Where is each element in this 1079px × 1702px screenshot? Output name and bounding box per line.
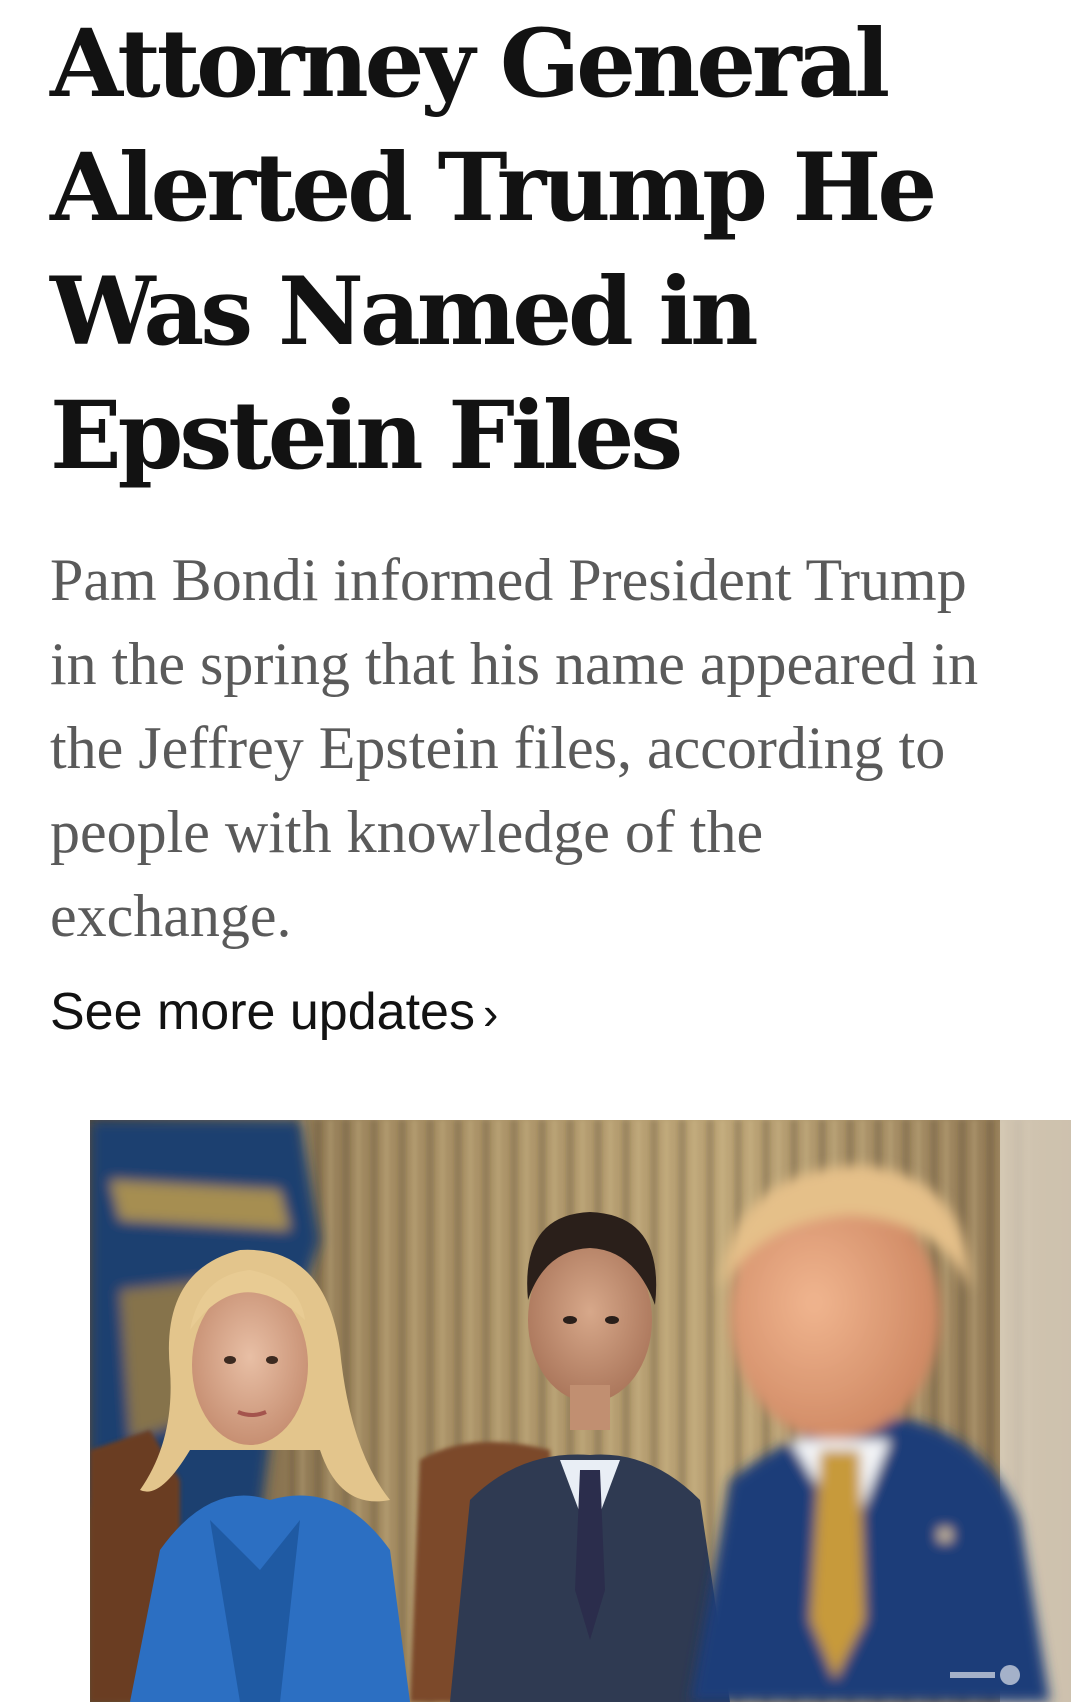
headline[interactable]: Attorney General Alerted Trump He Was Na… — [50, 2, 1010, 498]
article-photo-image — [90, 1120, 1071, 1702]
article-photo[interactable] — [90, 1120, 1071, 1702]
see-more-updates-label: See more updates — [50, 983, 475, 1041]
see-more-updates-link[interactable]: See more updates › — [50, 980, 498, 1045]
chevron-right-icon: › — [482, 987, 499, 1039]
article: Attorney General Alerted Trump He Was Na… — [0, 0, 1079, 1702]
article-summary: Pam Bondi informed President Trump in th… — [50, 547, 979, 949]
